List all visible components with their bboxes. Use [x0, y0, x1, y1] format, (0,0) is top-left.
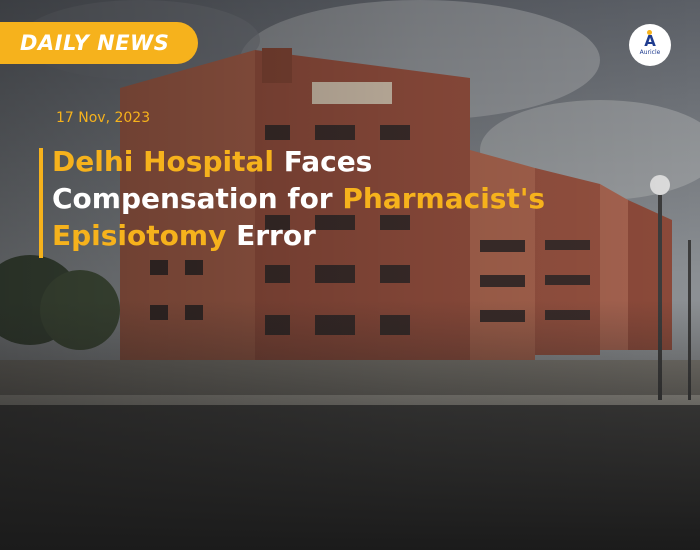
daily-news-banner: DAILY NEWS — [0, 22, 198, 64]
headline-text-error: Error — [226, 219, 316, 252]
hospital-building-photo — [0, 0, 700, 550]
headline-highlight-pharmacist: Pharmacist's — [342, 182, 546, 215]
headline-line-1: Delhi Hospital Faces — [52, 143, 672, 180]
headline-text-faces: Faces — [273, 145, 373, 178]
headline-text-compensation: Compensation for — [52, 182, 343, 215]
article-date: 17 Nov, 2023 — [56, 110, 151, 126]
logo-mark-icon: A — [644, 29, 656, 50]
headline-line-2: Compensation for Pharmacist's — [52, 180, 672, 217]
headline-line-3: Episiotomy Error — [52, 217, 672, 254]
auricle-logo: A Auricle — [629, 24, 671, 66]
article-headline: Delhi Hospital Faces Compensation for Ph… — [52, 143, 672, 254]
logo-name: Auricle — [639, 48, 661, 56]
daily-news-label: DAILY NEWS — [20, 31, 170, 55]
headline-accent-bar — [39, 148, 43, 258]
headline-highlight-hospital: Delhi Hospital — [52, 145, 274, 178]
headline-highlight-episiotomy: Episiotomy — [52, 219, 227, 252]
